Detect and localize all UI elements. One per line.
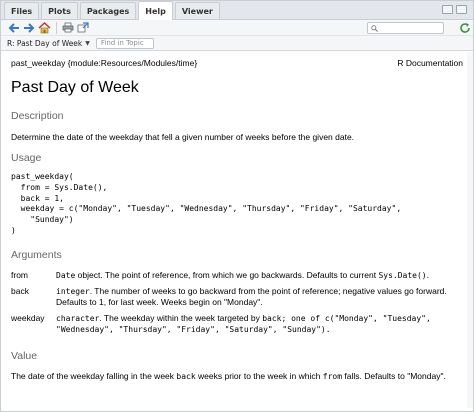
value-heading: Value — [11, 350, 38, 362]
argument-description: integer. The number of weeks to go backw… — [56, 286, 447, 307]
argument-description: Date object. The point of reference, fro… — [56, 270, 429, 280]
doc-source: R Documentation — [397, 58, 463, 68]
find-in-topic-input[interactable]: Find in Topic — [95, 37, 154, 49]
arguments-heading: Arguments — [11, 249, 62, 261]
tab-help[interactable]: Help — [138, 1, 173, 20]
home-icon[interactable] — [37, 21, 51, 34]
window-controls — [442, 5, 467, 14]
topic-toolbar: R: Past Day of Week ▼ Find in Topic — [1, 36, 473, 51]
print-icon[interactable] — [61, 21, 75, 34]
argument-name: from — [11, 270, 28, 280]
forward-arrow-icon[interactable] — [22, 21, 36, 34]
popout-icon[interactable] — [76, 21, 90, 34]
toolbar-divider — [56, 21, 57, 34]
chevron-down-icon[interactable]: ▼ — [85, 40, 90, 47]
back-arrow-icon[interactable] — [7, 21, 21, 34]
help-search-input[interactable] — [380, 23, 440, 33]
refresh-icon[interactable] — [458, 21, 472, 34]
value-text: The date of the weekday falling in the w… — [11, 371, 446, 381]
description-text: Determine the date of the weekday that f… — [11, 132, 355, 142]
argument-name: back — [11, 286, 29, 296]
doc-header: past_weekday {module:Resources/Modules/t… — [11, 58, 463, 68]
topic-selector[interactable]: R: Past Day of Week — [7, 39, 82, 48]
arguments-table: from Date object. The point of reference… — [11, 270, 463, 340]
tab-packages[interactable]: Packages — [79, 2, 137, 19]
argument-description: character. The weekday within the week t… — [56, 313, 431, 334]
argument-name: weekday — [11, 313, 45, 323]
vertical-scrollbar[interactable] — [467, 52, 473, 408]
argument-row: weekday character. The weekday within th… — [11, 313, 463, 335]
minimize-pane-button[interactable] — [442, 5, 453, 14]
argument-row: from Date object. The point of reference… — [11, 270, 463, 281]
page-title: Past Day of Week — [11, 79, 139, 96]
maximize-pane-button[interactable] — [456, 5, 467, 14]
pane-tabbar: Files Plots Packages Help Viewer — [1, 1, 473, 20]
description-heading: Description — [11, 110, 64, 122]
search-icon — [371, 24, 378, 32]
usage-code: past_weekday( from = Sys.Date(), back = … — [11, 172, 402, 235]
doc-topic-name: past_weekday {module:Resources/Modules/t… — [11, 58, 198, 68]
usage-heading: Usage — [11, 152, 42, 164]
tab-plots[interactable]: Plots — [41, 2, 78, 19]
help-content: past_weekday {module:Resources/Modules/t… — [1, 52, 467, 408]
tab-files[interactable]: Files — [4, 2, 40, 19]
tab-viewer[interactable]: Viewer — [174, 2, 220, 19]
argument-row: back integer. The number of weeks to go … — [11, 286, 463, 308]
help-toolbar — [1, 20, 473, 36]
help-pane: Files Plots Packages Help Viewer R: Past… — [0, 0, 474, 412]
help-search-box[interactable] — [367, 22, 444, 34]
